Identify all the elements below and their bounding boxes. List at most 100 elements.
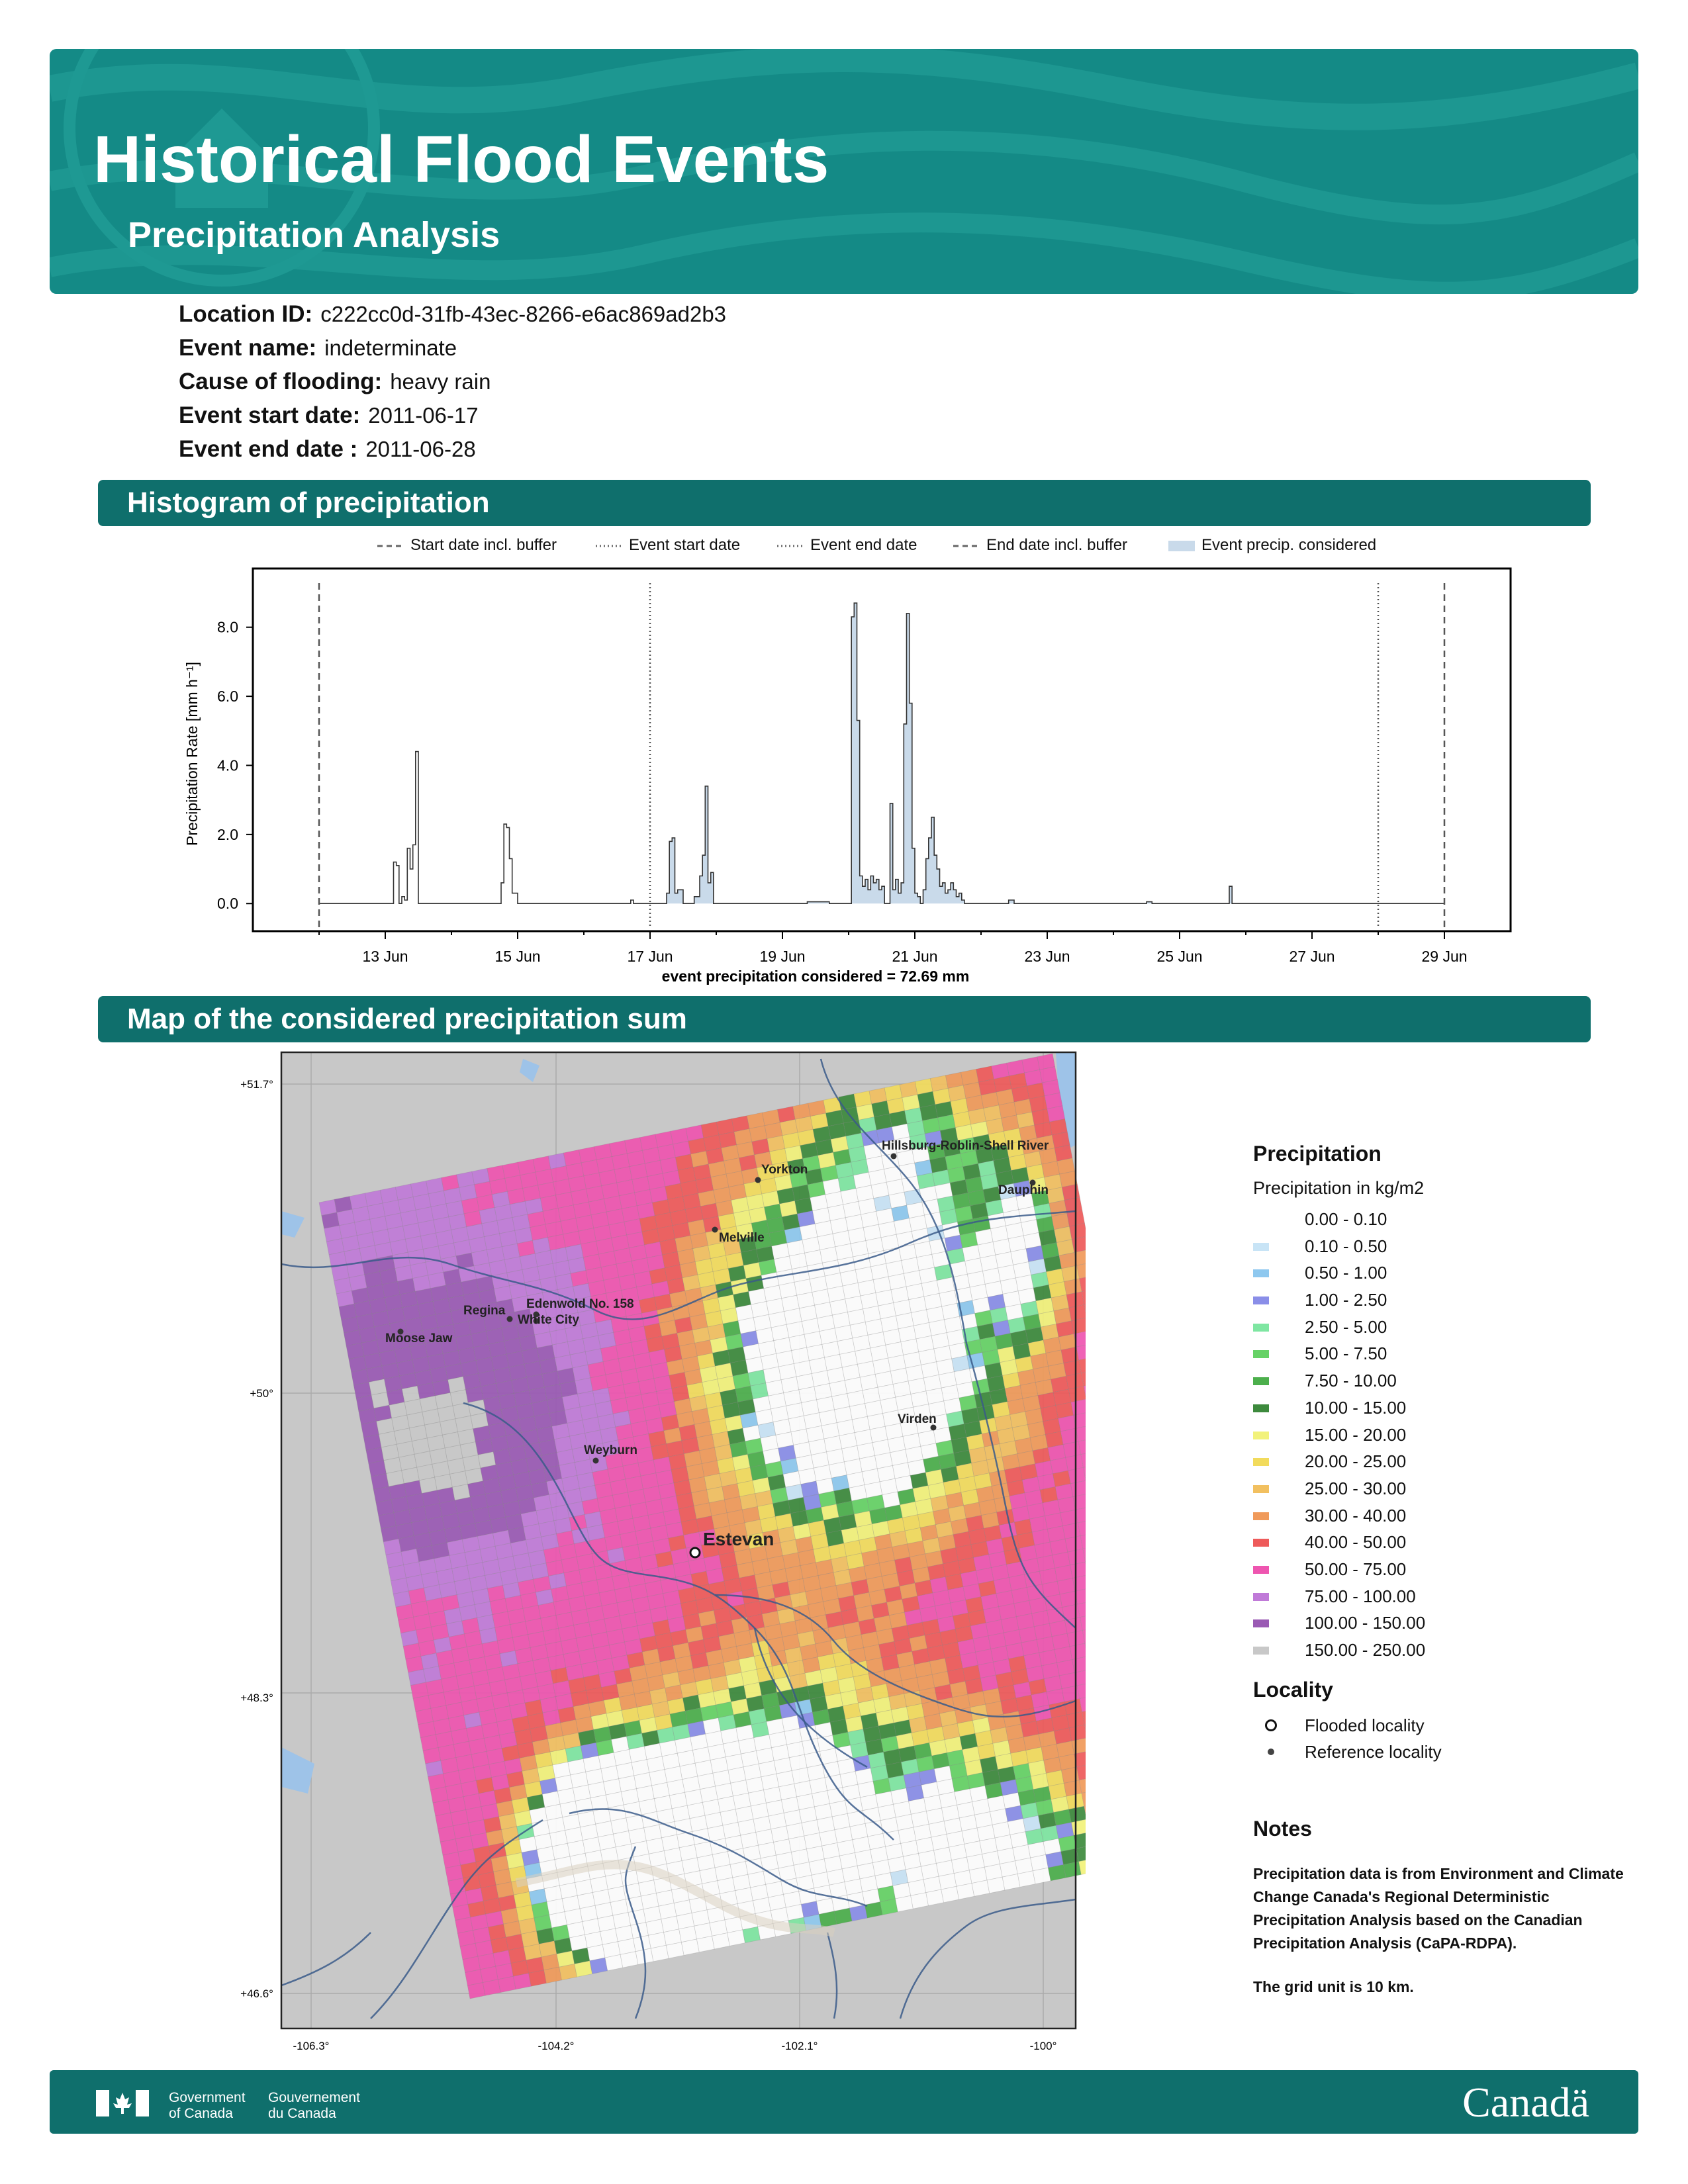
flooded-locality-marker: [689, 1547, 701, 1559]
legend-swatch: [1253, 1539, 1269, 1547]
lat-label: +50°: [250, 1387, 273, 1400]
grid-cell: [925, 1889, 945, 1906]
x-tick-label: 19 Jun: [759, 948, 805, 965]
place-label: White City: [518, 1313, 579, 1327]
precipitation-map: +51.7° +50° +48.3° +46.6° -106.3° -104.2° -102…: [240, 1051, 1086, 2052]
grid-cell: [680, 1938, 700, 1956]
legend-swatch: [1253, 1297, 1269, 1305]
grid-cell: [696, 1935, 715, 1953]
legend-swatch: [1253, 1565, 1269, 1574]
x-tick-label: 27 Jun: [1289, 948, 1335, 965]
reference-marker-icon: [1268, 1749, 1274, 1756]
x-tick-label: 17 Jun: [627, 948, 673, 965]
reference-locality-marker: [755, 1177, 761, 1183]
grid-cell: [1070, 1819, 1086, 1836]
legend-swatch: [1253, 1404, 1269, 1412]
grid-cell: [620, 1951, 639, 1968]
section-map-title: Map of the considered precipitation sum: [127, 1003, 687, 1035]
legend-bin: 150.00 - 250.00: [1253, 1639, 1624, 1666]
legend-bin: 7.50 - 10.00: [1253, 1369, 1624, 1396]
legend-flooded: Flooded locality: [1253, 1714, 1624, 1741]
grid-cell: [727, 1929, 745, 1946]
grid-cell: [1017, 1870, 1036, 1888]
reference-locality-marker: [592, 1457, 599, 1464]
info-event-name: Event name: indeterminate: [179, 335, 457, 361]
grid-cell: [665, 1942, 684, 1959]
page-title: Historical Flood Events: [93, 122, 829, 197]
y-axis-label: Precipitation Rate [mm h⁻¹]: [183, 662, 201, 846]
precipitation-histogram: 0.0 2.0 4.0 6.0 8.0 13 Jun 15 Jun 17 Jun 19 Jun 2…: [183, 567, 1512, 985]
grid-cell: [833, 1907, 853, 1925]
x-tick-label: 23 Jun: [1024, 948, 1070, 965]
gov-fr: Gouvernement du Canada: [268, 2090, 360, 2121]
place-label: Weyburn: [584, 1443, 637, 1457]
reference-locality-marker: [506, 1316, 513, 1322]
grid-cell: [559, 1964, 578, 1981]
grid-cell: [712, 1933, 730, 1950]
lat-label: +51.7°: [240, 1078, 273, 1091]
legend-swatch: [1253, 1323, 1269, 1332]
x-tick-label: 29 Jun: [1421, 948, 1467, 965]
info-location-id: Location ID: c222cc0d-31fb-43ec-8266-e6ac…: [179, 301, 727, 327]
legend-subtitle: Precipitation in kg/m2: [1253, 1178, 1425, 1198]
section-histogram: Histogram of precipitation: [98, 480, 1591, 526]
x-tick-label: 25 Jun: [1156, 948, 1202, 965]
notes-title: Notes: [1253, 1817, 1312, 1841]
place-label: Regina: [463, 1304, 506, 1318]
legend-bin: 0.50 - 1.00: [1253, 1261, 1624, 1289]
grid-cell: [880, 1898, 898, 1915]
legend-bin: 1.00 - 2.50: [1253, 1289, 1624, 1316]
grid-cell: [971, 1880, 990, 1897]
grid-cell: [742, 1926, 761, 1944]
legend-bin: 30.00 - 40.00: [1253, 1504, 1624, 1531]
lon-label: -104.2°: [538, 2040, 574, 2052]
legend-swatch: [1253, 1269, 1269, 1278]
grid-cell: [467, 1982, 486, 1999]
page-subtitle: Precipitation Analysis: [128, 215, 500, 255]
grid-cell: [543, 1966, 562, 1984]
canada-wordmark: Canadä: [1462, 2079, 1589, 2126]
info-end-date: Event end date :2011-06-28: [179, 436, 476, 462]
grid-cell: [1032, 1867, 1051, 1885]
lon-label: -106.3°: [293, 2040, 329, 2052]
grid-cell: [956, 1883, 975, 1900]
grid-cell: [589, 1957, 608, 1974]
event-info: Location ID: c222cc0d-31fb-43ec-8266-e6ac…: [179, 301, 726, 470]
place-label: Hillsburg-Roblin-Shell River: [882, 1139, 1049, 1153]
notes-grid: The grid unit is 10 km.: [1253, 1978, 1414, 1995]
grid-cell: [604, 1954, 624, 1972]
plot-area: [252, 567, 1512, 933]
legend-swatch: [1253, 1377, 1269, 1386]
place-label: Melville: [719, 1231, 765, 1245]
section-map: Map of the considered precipitation sum: [98, 996, 1591, 1042]
grid-cell: [818, 1911, 837, 1928]
legend-start-buffer: Start date incl. buffer: [377, 536, 557, 554]
reference-locality-marker: [890, 1153, 897, 1160]
legend-bin: 2.50 - 5.00: [1253, 1316, 1624, 1343]
grid-cell: [1047, 1864, 1066, 1882]
lat-label: +48.3°: [240, 1692, 273, 1704]
legend-event-precip: Event precip. considered: [1168, 536, 1376, 560]
grid-cell: [574, 1960, 593, 1978]
grid-cell: [849, 1904, 868, 1922]
grid-cell: [1071, 1737, 1086, 1754]
y-tick-label: 6.0: [217, 688, 238, 705]
legend-bin: 75.00 - 100.00: [1253, 1585, 1624, 1612]
legend-swatch: [1253, 1350, 1269, 1359]
info-cause: Cause of flooding: heavy rain: [179, 369, 491, 394]
page-footer: Government of Canada Gouvernement du Can…: [50, 2070, 1638, 2134]
lon-label: -102.1°: [781, 2040, 818, 2052]
gov-en: Government of Canada: [169, 2090, 246, 2121]
y-tick-label: 2.0: [217, 826, 238, 843]
legend-swatch: [1253, 1647, 1269, 1655]
legend-swatch: [1253, 1431, 1269, 1439]
legend-swatch: [1253, 1484, 1269, 1493]
legend-bin: 10.00 - 15.00: [1253, 1396, 1624, 1424]
legend-swatch: [1253, 1216, 1269, 1224]
notes-text: Precipitation data is from Environment a…: [1253, 1865, 1624, 1952]
legend-swatch: [1253, 1512, 1269, 1520]
place-label: Virden: [898, 1412, 937, 1426]
grid-cell: [986, 1876, 1006, 1894]
legend-swatch: [1253, 1458, 1269, 1467]
flooded-marker-icon: [1265, 1719, 1277, 1731]
